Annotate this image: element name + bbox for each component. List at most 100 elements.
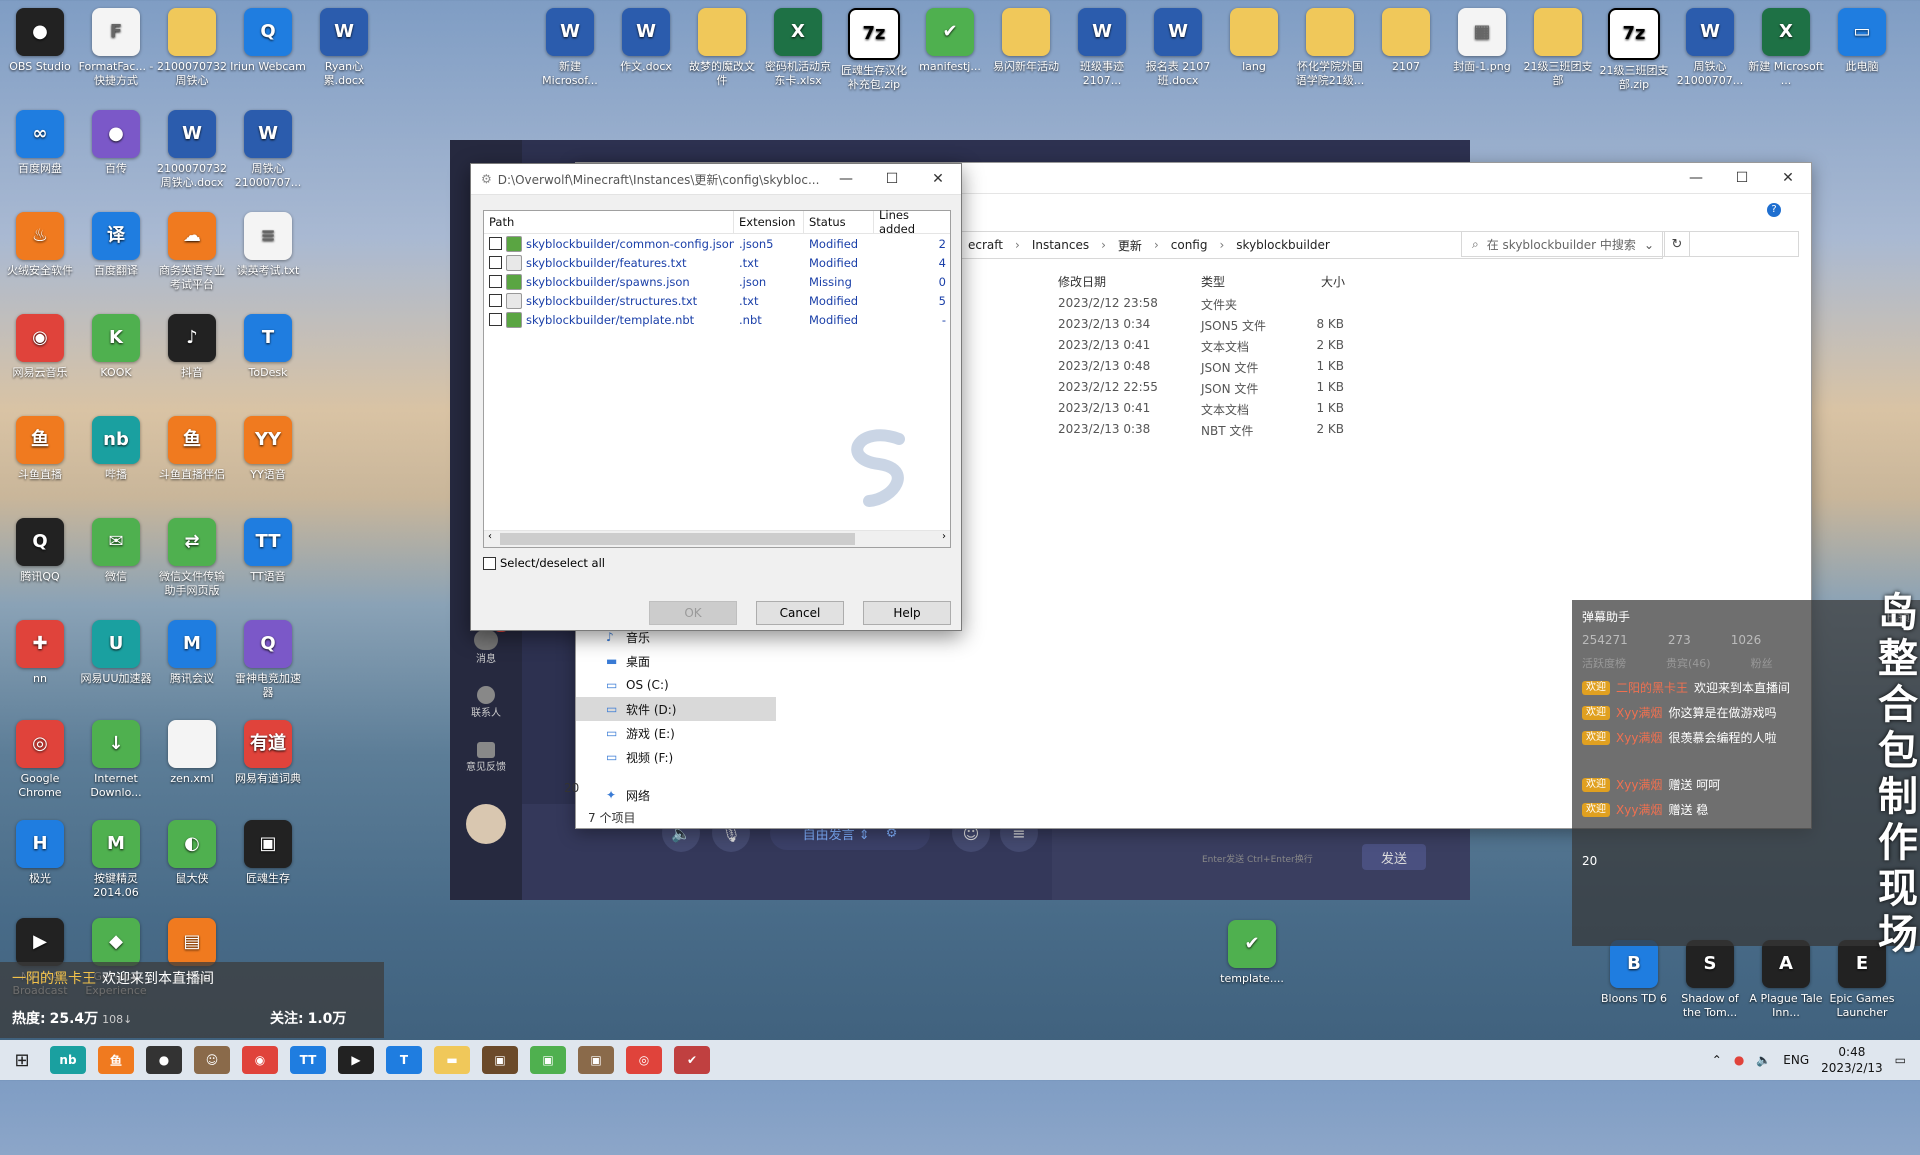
file-row[interactable]: 2023/2/13 0:41 文本文档 1 KB bbox=[1058, 401, 1418, 422]
desktop-icon[interactable]: W 作文.docx bbox=[608, 8, 684, 74]
desktop-icon[interactable]: ≡ 读英考试.txt bbox=[230, 212, 306, 278]
desktop-icon[interactable]: U 网易UU加速器 bbox=[78, 620, 154, 686]
desktop-icon[interactable]: X 密码机活动京东卡.xlsx bbox=[760, 8, 836, 88]
desktop-icon[interactable]: ∞ 百度网盘 bbox=[2, 110, 78, 176]
desktop-icon[interactable]: ▦ 封面-1.png bbox=[1444, 8, 1520, 74]
checkbox[interactable] bbox=[489, 256, 502, 269]
desktop-icon[interactable]: ✚ nn bbox=[2, 620, 78, 686]
taskbar-app-icon[interactable]: ▶ bbox=[338, 1046, 374, 1074]
desktop-icon[interactable]: nb 哔播 bbox=[78, 416, 154, 482]
desktop-icon[interactable]: 鱼斗鱼直播伴侣 bbox=[154, 416, 230, 482]
desktop-icon[interactable]: W 周铁心 21000707... bbox=[230, 110, 306, 190]
select-all-checkbox[interactable]: Select/deselect all bbox=[483, 556, 605, 570]
tab-activity[interactable]: 活跃度榜 bbox=[1582, 655, 1626, 671]
tab-fans[interactable]: 粉丝 bbox=[1751, 655, 1773, 671]
desktop-icon[interactable]: zen.xml bbox=[154, 720, 230, 786]
desktop-icon[interactable]: ▭ 此电脑 bbox=[1824, 8, 1900, 74]
taskbar-app-icon[interactable]: ▬ bbox=[434, 1046, 470, 1074]
cancel-button[interactable]: Cancel bbox=[756, 601, 844, 625]
volume-icon[interactable]: 🔈 bbox=[1756, 1053, 1771, 1067]
desktop-icon[interactable]: W 周铁心 21000707... bbox=[1672, 8, 1748, 88]
file-row[interactable]: 2023/2/13 0:41 文本文档 2 KB bbox=[1058, 338, 1418, 359]
nav-item[interactable]: ▭ 游戏 (E:) bbox=[576, 721, 776, 745]
desktop-icon[interactable]: 7z 匠魂生存汉化补充包.zip bbox=[836, 8, 912, 92]
desktop-icon[interactable]: ✔ manifestj... bbox=[912, 8, 988, 74]
desktop-icon[interactable]: ⇄ 微信文件传输助手网页版 bbox=[154, 518, 230, 598]
column-header-type[interactable]: 类型 bbox=[1201, 273, 1225, 290]
language-indicator[interactable]: ENG bbox=[1783, 1053, 1809, 1067]
desktop-icon[interactable]: ● OBS Studio bbox=[2, 8, 78, 74]
maximize-button[interactable]: ☐ bbox=[869, 164, 915, 194]
desktop-icon[interactable]: W 报名表 2107班.docx bbox=[1140, 8, 1216, 88]
desktop-icon[interactable]: ▣ 匠魂生存 bbox=[230, 820, 306, 886]
breadcrumb-item[interactable]: 更新 bbox=[1118, 237, 1142, 254]
desktop-icon[interactable]: ♨ 火绒安全软件 bbox=[2, 212, 78, 278]
taskbar-app-icon[interactable]: T bbox=[386, 1046, 422, 1074]
desktop-icon[interactable]: W 新建 Microsof... bbox=[532, 8, 608, 88]
ok-button[interactable]: OK bbox=[649, 601, 737, 625]
desktop-icon[interactable]: ✔ template.... bbox=[1214, 920, 1290, 986]
taskbar-app-icon[interactable]: ✔ bbox=[674, 1046, 710, 1074]
chevron-right-icon[interactable]: › bbox=[942, 531, 946, 542]
desktop-icon[interactable]: ◎ Google Chrome bbox=[2, 720, 78, 800]
checkbox[interactable] bbox=[489, 237, 502, 250]
horizontal-scrollbar[interactable]: ‹ › bbox=[484, 530, 950, 547]
desktop-icon[interactable]: ☁ 商务英语专业考试平台 bbox=[154, 212, 230, 292]
tab-vip[interactable]: 贵宾(46) bbox=[1666, 655, 1711, 671]
desktop-icon[interactable]: 21级三班团支部 bbox=[1520, 8, 1596, 88]
taskbar-app-icon[interactable]: ☺ bbox=[194, 1046, 230, 1074]
taskbar-app-icon[interactable]: TT bbox=[290, 1046, 326, 1074]
nav-item[interactable]: ▬ 桌面 bbox=[576, 649, 776, 673]
desktop-icon[interactable]: H 极光 bbox=[2, 820, 78, 886]
chevron-up-icon[interactable]: ⌃ bbox=[1712, 1053, 1722, 1067]
desktop-icon[interactable]: TT TT语音 bbox=[230, 518, 306, 584]
desktop-icon[interactable]: X 新建 Microsoft ... bbox=[1748, 8, 1824, 88]
file-row[interactable]: 2023/2/12 23:58 文件夹 bbox=[1058, 296, 1418, 317]
desktop-icon[interactable]: ♪ 抖音 bbox=[154, 314, 230, 380]
sidebar-item-feedback[interactable]: 意见反馈 bbox=[450, 742, 522, 798]
breadcrumb-item[interactable]: ecraft bbox=[968, 238, 1003, 252]
nav-item[interactable]: ✦ 网络 bbox=[576, 783, 776, 807]
sidebar-item-contacts[interactable]: 联系人 bbox=[450, 686, 522, 742]
minimize-button[interactable]: — bbox=[823, 164, 869, 194]
checkbox[interactable] bbox=[483, 556, 496, 570]
nav-item[interactable]: ▭ OS (C:) bbox=[576, 673, 776, 697]
desktop-icon[interactable]: 2100070732 周铁心 bbox=[154, 8, 230, 88]
desktop-icon[interactable]: M 按键精灵2014.06 bbox=[78, 820, 154, 900]
taskbar-app-icon[interactable]: nb bbox=[50, 1046, 86, 1074]
desktop-icon[interactable]: ◉ 网易云音乐 bbox=[2, 314, 78, 380]
desktop-icon[interactable]: W 2100070732 周铁心.docx bbox=[154, 110, 230, 190]
desktop-icon[interactable]: 鱼斗鱼直播 bbox=[2, 416, 78, 482]
column-header-path[interactable]: Path bbox=[484, 211, 734, 233]
close-button[interactable]: ✕ bbox=[915, 164, 961, 194]
desktop-icon[interactable]: M 腾讯会议 bbox=[154, 620, 230, 686]
desktop-icon[interactable]: 易闪新年活动 bbox=[988, 8, 1064, 74]
taskbar-app-icon[interactable]: 鱼 bbox=[98, 1046, 134, 1074]
column-header-size[interactable]: 大小 bbox=[1321, 273, 1345, 290]
desktop-icon[interactable]: 故梦的魔改文件 bbox=[684, 8, 760, 88]
send-button[interactable]: 发送 bbox=[1362, 844, 1426, 870]
notification-icon[interactable]: ▭ bbox=[1895, 1053, 1906, 1067]
file-row[interactable]: 2023/2/13 0:48 JSON 文件 1 KB bbox=[1058, 359, 1418, 380]
desktop-icon[interactable]: ◐ 鼠大侠 bbox=[154, 820, 230, 886]
file-row[interactable]: 2023/2/12 22:55 JSON 文件 1 KB bbox=[1058, 380, 1418, 401]
desktop-icon[interactable]: Q 雷神电竞加速器 bbox=[230, 620, 306, 700]
column-header-date[interactable]: 修改日期 bbox=[1058, 273, 1106, 290]
desktop-icon[interactable]: YY YY语音 bbox=[230, 416, 306, 482]
desktop-icon[interactable]: 译百度翻译 bbox=[78, 212, 154, 278]
desktop-icon[interactable]: F FormatFac... - 快捷方式 bbox=[78, 8, 154, 88]
shield-icon[interactable]: ● bbox=[1734, 1053, 1744, 1067]
file-row[interactable]: 2023/2/13 0:38 NBT 文件 2 KB bbox=[1058, 422, 1418, 443]
list-item[interactable]: skyblockbuilder/features.txt .txt Modified… bbox=[484, 253, 950, 272]
nav-item[interactable]: ▭ 软件 (D:) bbox=[576, 697, 776, 721]
checkbox[interactable] bbox=[489, 294, 502, 307]
column-header-lines-added[interactable]: Lines added bbox=[874, 208, 950, 236]
list-item[interactable]: skyblockbuilder/template.nbt .nbt Modified… bbox=[484, 310, 950, 329]
scrollbar-thumb[interactable] bbox=[500, 533, 855, 545]
taskbar-app-icon[interactable]: ▣ bbox=[482, 1046, 518, 1074]
search-input[interactable]: ⌕ 在 skyblockbuilder 中搜索 bbox=[1461, 231, 1799, 257]
desktop-icon[interactable]: 有道 网易有道词典 bbox=[230, 720, 306, 786]
desktop-icon[interactable]: ↓ Internet Downlo... bbox=[78, 720, 154, 800]
taskbar-app-icon[interactable]: ▣ bbox=[530, 1046, 566, 1074]
taskbar-app-icon[interactable]: ▣ bbox=[578, 1046, 614, 1074]
